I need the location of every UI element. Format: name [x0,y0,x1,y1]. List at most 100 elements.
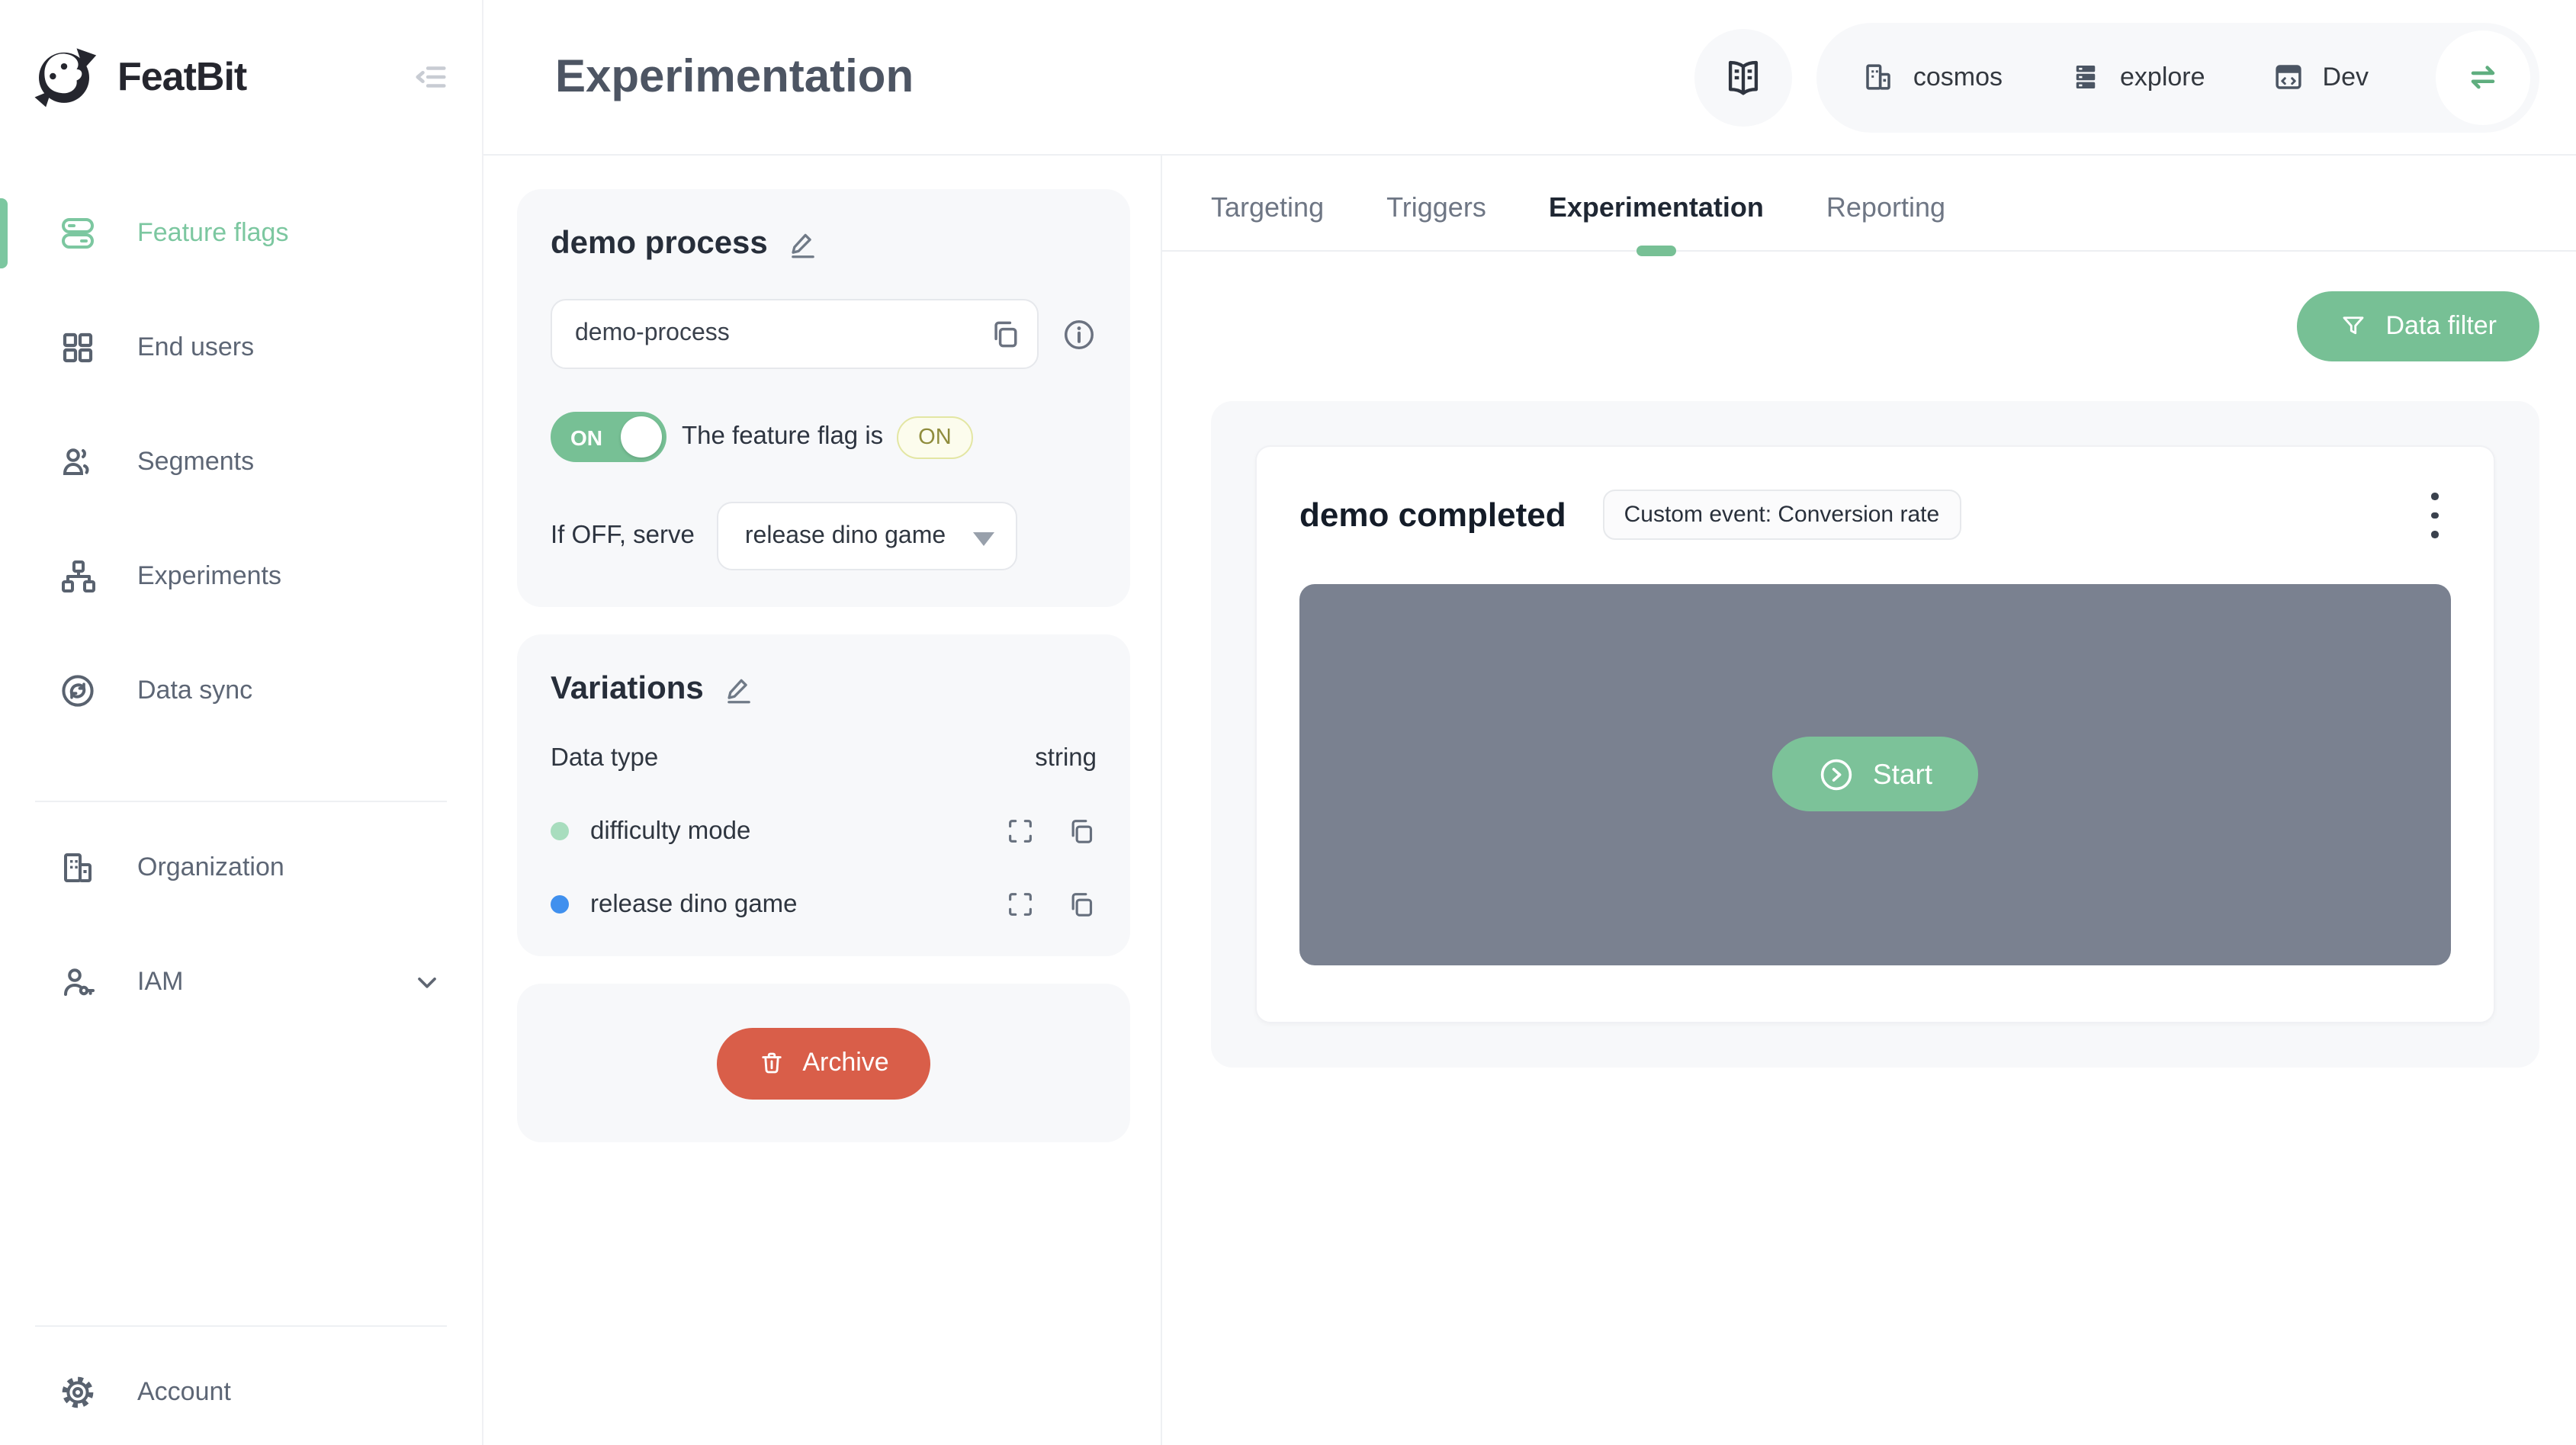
play-circle-icon [1818,756,1855,793]
sidebar-nav: Feature flags End users Segments Experim… [0,198,482,1061]
sidebar-item-data-sync[interactable]: Data sync [0,656,482,726]
experiment-list-container: demo completed Custom event: Conversion … [1211,401,2539,1068]
code-window-icon [2272,61,2305,93]
environment-name: Dev [2322,62,2369,91]
copy-icon[interactable] [1066,889,1097,920]
main-column: Experimentation cosmos explore Dev demo … [483,0,2576,1445]
data-type-value: string [1035,744,1097,772]
collapse-sidebar-icon[interactable] [413,59,448,94]
variation-row: release dino game [551,889,1097,920]
env-group-selector[interactable]: explore [2070,61,2205,93]
variation-name: release dino game [590,890,798,917]
tab-experimentation[interactable]: Experimentation [1549,192,1764,256]
project-name: cosmos [1913,62,2003,91]
feature-flag-toggle[interactable]: ON [551,412,666,462]
sitemap-icon [59,558,96,595]
sync-icon [59,673,96,709]
grid-icon [59,329,96,366]
gear-icon [59,1374,96,1411]
flag-status-badge: ON [897,416,973,458]
expand-icon[interactable] [1005,889,1036,920]
active-indicator-bar [0,198,8,268]
variation-color-dot [551,822,569,840]
variation-color-dot [551,895,569,914]
experimentation-body: Data filter demo completed Custom event:… [1162,252,2576,1068]
brand-name: FeatBit [117,53,247,98]
workspace-row: demo process demo-process ON The feature… [483,156,2576,1445]
caret-down-icon [973,532,995,546]
sidebar-item-label: Feature flags [137,218,289,247]
toggle-knob [621,416,662,458]
info-icon[interactable] [1062,316,1097,352]
kebab-menu-icon[interactable] [2420,486,2451,544]
project-selector[interactable]: cosmos [1863,61,2003,93]
sidebar-item-iam[interactable]: IAM [0,947,482,1017]
sidebar-item-segments[interactable]: Segments [0,427,482,497]
copy-icon[interactable] [988,317,1022,351]
tab-label: Reporting [1826,192,1945,223]
tab-targeting[interactable]: Targeting [1211,192,1324,250]
data-filter-label: Data filter [2385,311,2497,340]
copy-icon[interactable] [1066,816,1097,846]
sidebar-item-account[interactable]: Account [0,1357,482,1427]
feature-flags-toggles-icon [59,215,96,252]
sidebar-bottom-divider [35,1325,447,1327]
chevron-down-icon [412,967,442,997]
sidebar-logo-row: FeatBit [0,0,482,153]
start-button-label: Start [1872,757,1933,790]
trash-icon [758,1049,785,1077]
active-tab-indicator [1636,246,1676,256]
sidebar-item-end-users[interactable]: End users [0,313,482,383]
switch-environment-button[interactable] [2436,30,2530,124]
flag-detail-panel: demo process demo-process ON The feature… [483,156,1162,1445]
tab-reporting[interactable]: Reporting [1826,192,1945,250]
sidebar-item-label: Organization [137,853,284,881]
archive-button[interactable]: Archive [717,1027,930,1099]
variations-card: Variations Data type string difficulty m… [517,634,1130,956]
edit-flag-name-icon[interactable] [788,228,820,260]
person-key-icon [59,964,96,1000]
data-type-label: Data type [551,744,659,772]
off-serve-value: release dino game [744,522,946,548]
off-serve-label: If OFF, serve [551,522,695,549]
person-icon [59,444,96,480]
archive-card: Archive [517,984,1130,1142]
edit-variations-icon[interactable] [724,673,756,705]
data-filter-button[interactable]: Data filter [2297,291,2539,361]
flag-name: demo process [551,226,768,261]
flag-status-text: The feature flag is [682,422,884,450]
variation-row: difficulty mode [551,816,1097,846]
sidebar-item-label: Experiments [137,561,281,590]
app-window: FeatBit Feature flags End users Segments… [0,0,2576,1445]
header-controls: cosmos explore Dev [1694,22,2539,132]
toggle-state-label: ON [570,425,602,449]
page-title: Experimentation [555,51,914,101]
tab-label: Triggers [1386,192,1486,223]
off-serve-select[interactable]: release dino game [717,502,1018,570]
sidebar-item-label: Account [137,1377,231,1406]
sidebar: FeatBit Feature flags End users Segments… [0,0,483,1445]
flag-tabs: Targeting Triggers Experimentation Repor… [1162,156,2576,256]
variations-title: Variations [551,671,704,706]
experimentation-content: Targeting Triggers Experimentation Repor… [1162,156,2576,1445]
swap-arrows-icon [2463,57,2503,97]
start-experiment-button[interactable]: Start [1771,737,1979,812]
page-header: Experimentation cosmos explore Dev [483,0,2576,156]
experiment-card: demo completed Custom event: Conversion … [1255,445,2495,1023]
experiment-event-badge: Custom event: Conversion rate [1602,490,1961,541]
env-group-name: explore [2120,62,2205,91]
funnel-icon [2340,313,2368,340]
building-icon [59,849,96,886]
tab-triggers[interactable]: Triggers [1386,192,1486,250]
sidebar-item-experiments[interactable]: Experiments [0,541,482,612]
book-icon [1724,57,1764,97]
expand-icon[interactable] [1005,816,1036,846]
documentation-button[interactable] [1694,28,1793,126]
environment-selector[interactable]: Dev [2272,61,2369,93]
sidebar-item-feature-flags[interactable]: Feature flags [0,198,482,268]
sidebar-item-organization[interactable]: Organization [0,833,482,903]
experiment-title: demo completed [1299,495,1566,534]
sidebar-item-label: End users [137,332,255,361]
building-icon [1863,61,1895,93]
flag-key-input[interactable] [551,299,1039,369]
